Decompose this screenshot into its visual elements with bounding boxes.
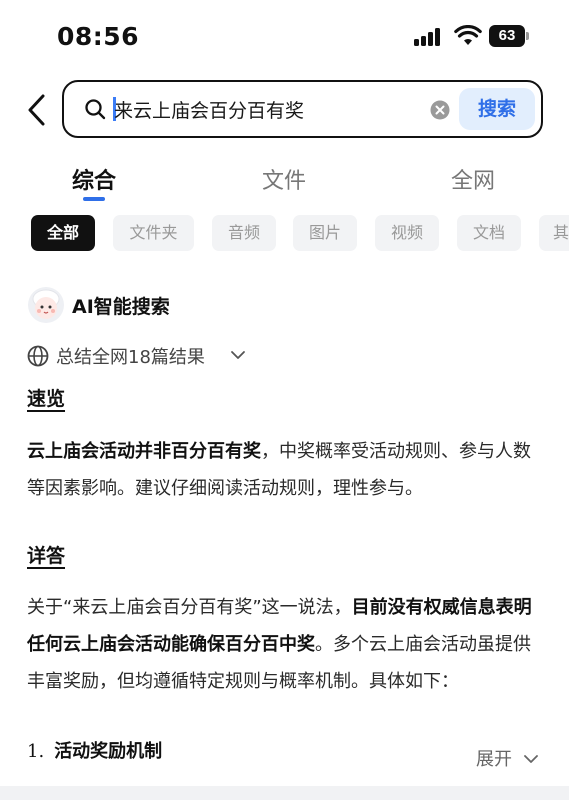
chip-document[interactable]: 文档: [457, 215, 521, 251]
chip-all[interactable]: 全部: [31, 215, 95, 251]
back-arrow-icon[interactable]: [24, 92, 50, 128]
overview-paragraph: 云上庙会活动并非百分百有奖，中奖概率受活动规则、参与人数等因素影响。建议仔细阅读…: [27, 433, 537, 507]
chip-audio[interactable]: 音频: [212, 215, 276, 251]
expand-chevron-icon[interactable]: [523, 752, 539, 766]
detail-text-1: 关于“来云上庙会百分百有奖”这一说法，: [27, 597, 352, 618]
tab-active-indicator: [83, 197, 105, 201]
tab-files[interactable]: 文件: [262, 163, 306, 195]
tab-web[interactable]: 全网: [451, 163, 495, 195]
status-time: 08:56: [57, 22, 140, 51]
signal-icon: [414, 28, 444, 46]
status-bar: 08:56 63: [0, 0, 569, 70]
chip-image[interactable]: 图片: [293, 215, 357, 251]
chip-folder[interactable]: 文件夹: [113, 215, 194, 251]
search-icon: [85, 99, 106, 120]
bottom-divider: [0, 786, 569, 800]
list-number: 1.: [27, 741, 45, 762]
overview-bold-text: 云上庙会活动并非百分百有奖: [27, 441, 261, 462]
battery-level: 63: [489, 25, 525, 47]
globe-icon: [27, 345, 49, 367]
chevron-down-icon[interactable]: [230, 348, 246, 362]
expand-button[interactable]: 展开: [476, 745, 512, 771]
search-bar[interactable]: 来云上庙会百分百有奖 搜索: [62, 80, 543, 138]
summary-toggle[interactable]: 总结全网18篇结果: [56, 343, 205, 369]
search-button[interactable]: 搜索: [459, 88, 535, 130]
list-item-label: 活动奖励机制: [54, 741, 163, 762]
search-input[interactable]: 来云上庙会百分百有奖: [114, 96, 304, 123]
clear-icon[interactable]: [430, 100, 450, 120]
list-item: 1. 活动奖励机制: [27, 737, 162, 763]
tab-comprehensive[interactable]: 综合: [72, 163, 116, 195]
chip-other[interactable]: 其: [539, 215, 569, 251]
ai-search-title: AI智能搜索: [72, 296, 170, 318]
avatar-icon: [28, 287, 64, 323]
detail-heading: 详答: [27, 545, 66, 567]
chip-video[interactable]: 视频: [375, 215, 439, 251]
battery-icon: 63: [489, 25, 529, 47]
wifi-icon: [454, 25, 482, 45]
detail-paragraph: 关于“来云上庙会百分百有奖”这一说法，目前没有权威信息表明任何云上庙会活动能确保…: [27, 589, 537, 700]
overview-heading: 速览: [27, 388, 66, 410]
